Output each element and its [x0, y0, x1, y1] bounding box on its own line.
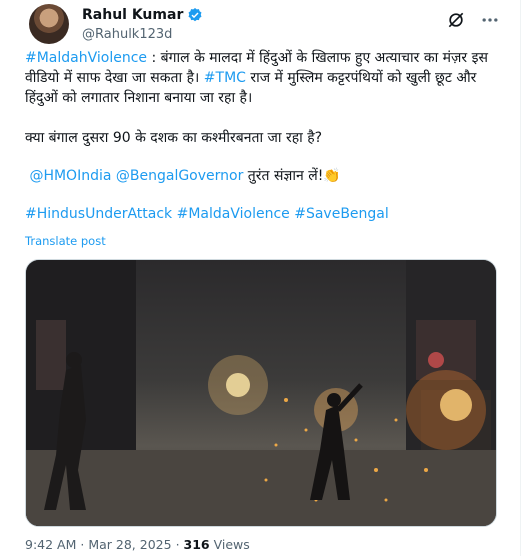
hashtag-link[interactable]: #HindusUnderAttack: [25, 206, 172, 222]
post-text: #MaldahViolence : बंगाल के मालदा में हिं…: [25, 48, 499, 224]
grok-icon[interactable]: [446, 10, 466, 30]
post-time[interactable]: 9:42 AM: [25, 537, 76, 552]
meta-separator: ·: [175, 537, 180, 552]
hashtag-link[interactable]: #TMC: [204, 70, 246, 86]
post-meta: 9:42 AM · Mar 28, 2025 · 316 Views: [25, 537, 250, 552]
mention-link[interactable]: @BengalGovernor: [116, 168, 243, 184]
verified-badge-icon: [188, 8, 202, 22]
author-name-row: Rahul Kumar: [82, 7, 203, 23]
views-label: Views: [213, 537, 250, 552]
author-name[interactable]: Rahul Kumar: [82, 7, 183, 23]
more-options-icon[interactable]: [480, 10, 500, 30]
hashtag-link[interactable]: #MaldahViolence: [25, 50, 147, 66]
post-date[interactable]: Mar 28, 2025: [88, 537, 171, 552]
post-hashtags: #HindusUnderAttack #MaldaViolence #SaveB…: [25, 204, 499, 224]
post-question: क्या बंगाल दुसरा 90 के दशक का कश्मीरबनता…: [25, 130, 323, 146]
translate-post-link[interactable]: Translate post: [25, 234, 106, 248]
author-handle[interactable]: @Rahulk123d: [82, 27, 172, 42]
meta-separator: ·: [80, 537, 85, 552]
post-text-segment: तुरंत संज्ञान लें!👏: [243, 168, 341, 184]
post-video[interactable]: [25, 259, 497, 527]
video-frame-image: [26, 260, 496, 526]
hashtag-link[interactable]: #MaldaViolence: [177, 206, 290, 222]
hashtag-link[interactable]: #SaveBengal: [294, 206, 389, 222]
post-paragraph-1: #MaldahViolence : बंगाल के मालदा में हिं…: [25, 48, 499, 108]
post-mentions: @HMOIndia @BengalGovernor तुरंत संज्ञान …: [25, 166, 499, 186]
post-card: Rahul Kumar @Rahulk123d #MaldahViolence …: [0, 0, 521, 556]
mention-link[interactable]: @HMOIndia: [29, 168, 111, 184]
avatar[interactable]: [29, 4, 69, 44]
views-count: 316: [183, 537, 210, 552]
post-header: Rahul Kumar @Rahulk123d: [16, 2, 508, 48]
